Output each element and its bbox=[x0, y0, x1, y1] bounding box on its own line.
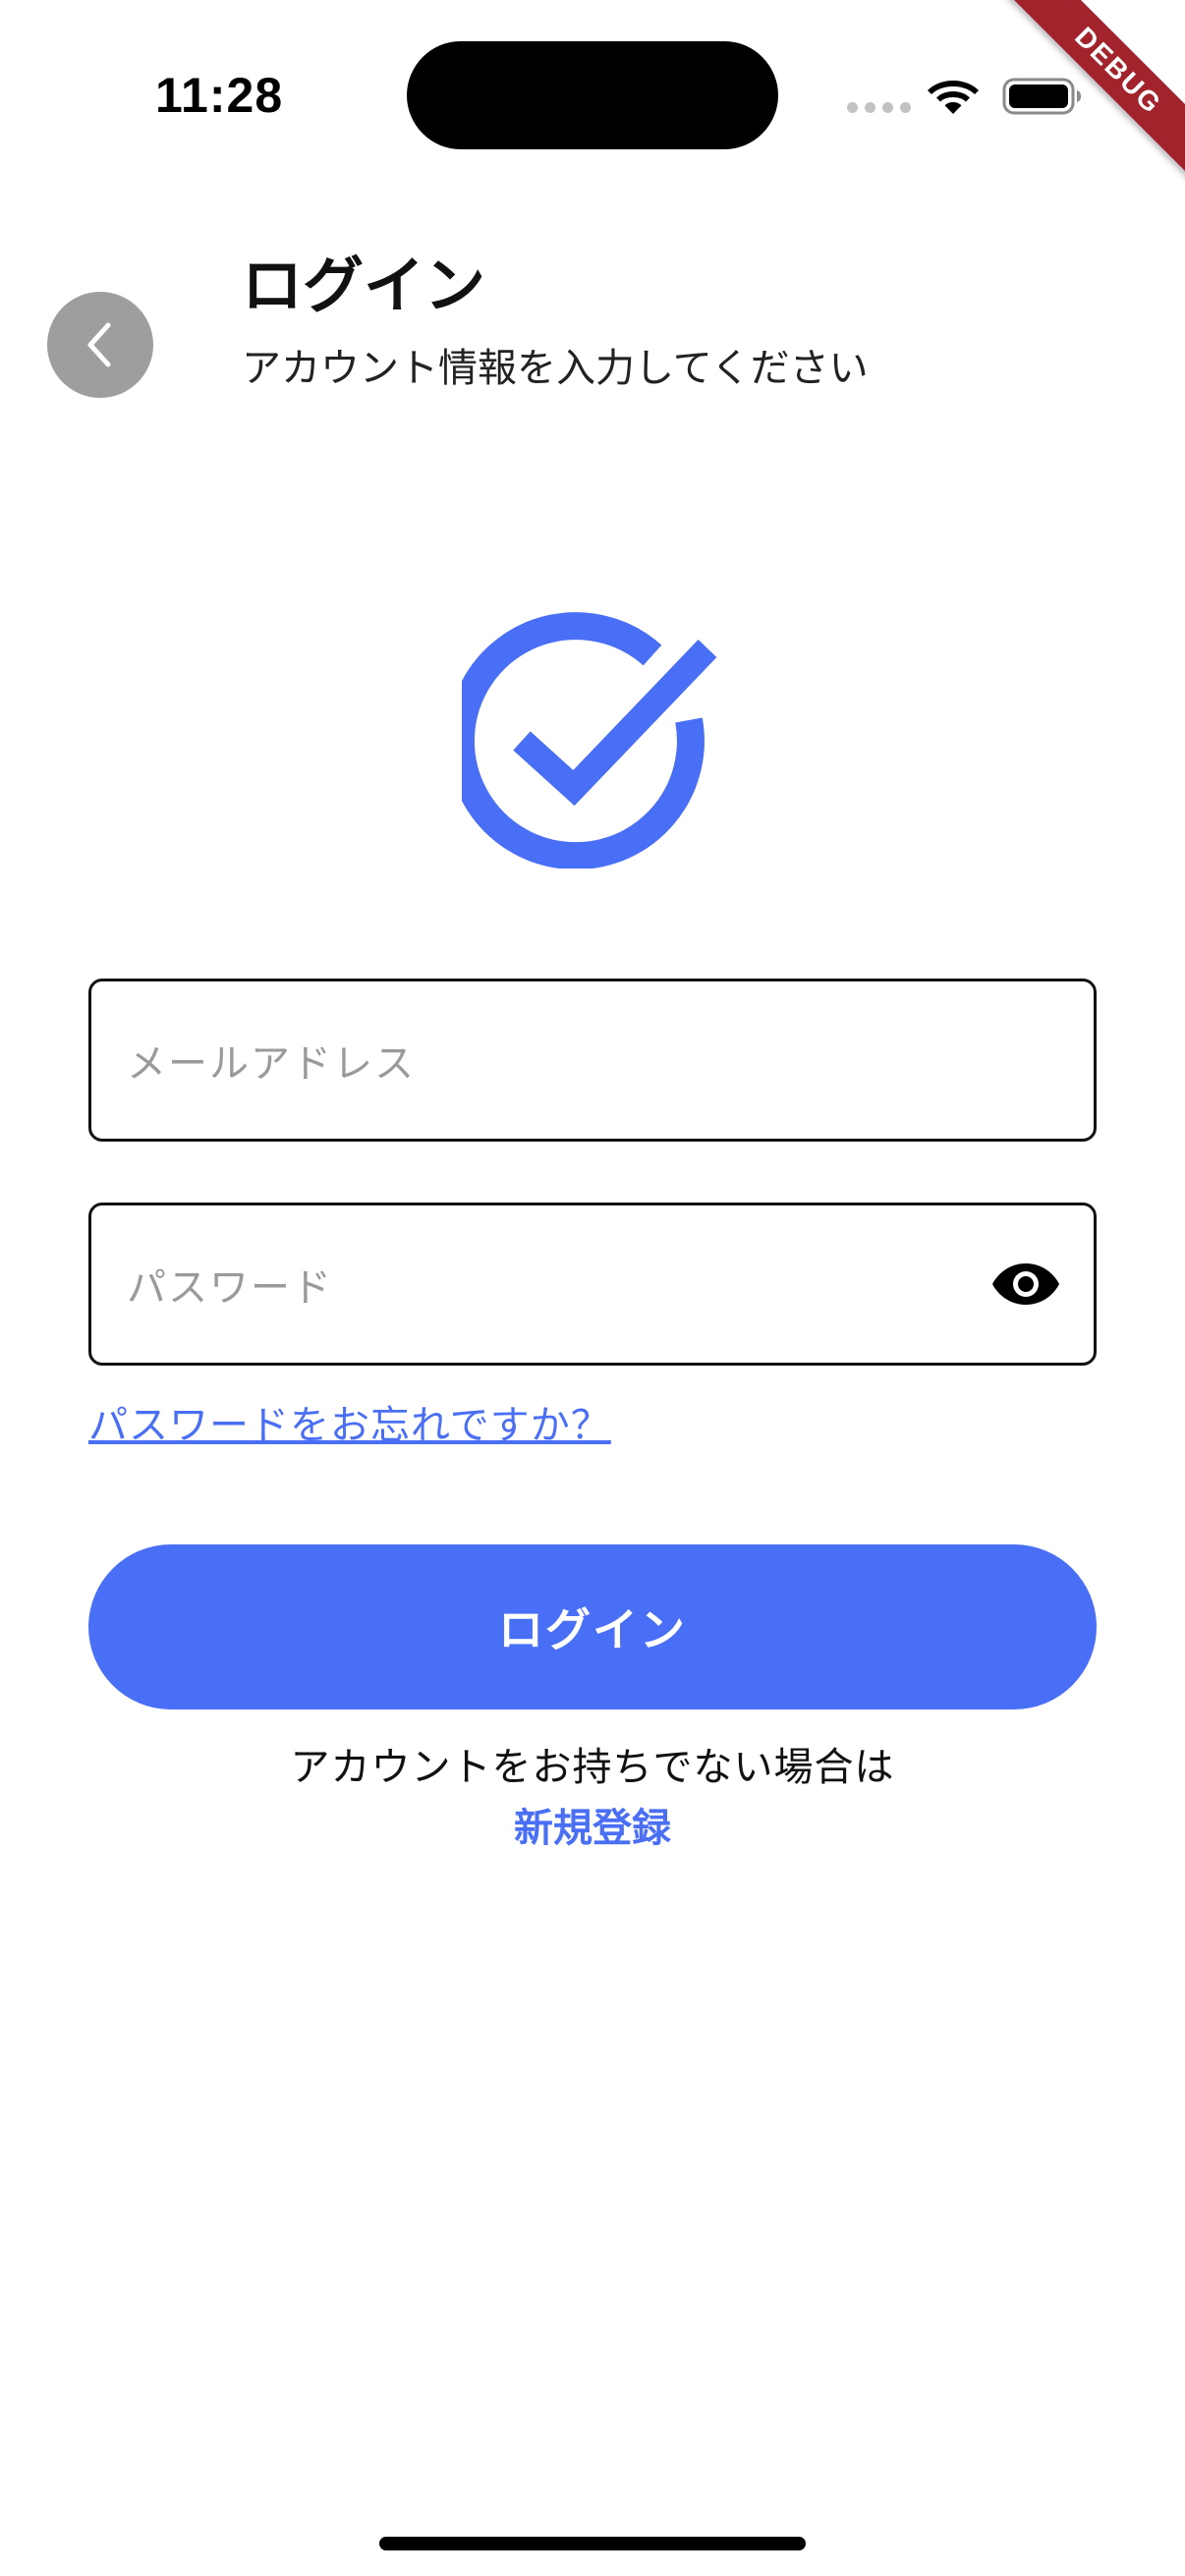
forgot-password-link[interactable]: パスワードをお忘れですか？ bbox=[88, 1393, 611, 1450]
no-account-text: アカウントをお持ちでない場合は bbox=[290, 1745, 895, 1790]
cellular-signal-icon bbox=[847, 102, 911, 113]
chevron-left-icon bbox=[87, 322, 111, 367]
page-subtitle: アカウント情報を入力してください bbox=[242, 346, 869, 391]
battery-icon bbox=[1002, 78, 1081, 115]
page-title: ログイン bbox=[242, 250, 486, 321]
email-field[interactable]: メールアドレス bbox=[88, 979, 1097, 1142]
wifi-icon bbox=[928, 81, 979, 114]
check-circle-icon bbox=[462, 612, 717, 868]
email-placeholder: メールアドレス bbox=[127, 1041, 416, 1087]
password-field[interactable]: パスワード bbox=[88, 1203, 1097, 1366]
signup-link[interactable]: 新規登録 bbox=[0, 1796, 1185, 1853]
dynamic-island bbox=[407, 41, 778, 149]
eye-icon[interactable] bbox=[991, 1260, 1060, 1309]
home-indicator[interactable] bbox=[379, 2537, 806, 2550]
password-placeholder: パスワード bbox=[127, 1265, 333, 1311]
login-button[interactable]: ログイン bbox=[88, 1544, 1097, 1709]
login-button-label: ログイン bbox=[498, 1603, 687, 1656]
login-screen: 11:28 DEBUG ログイン アカウント情報を入力してください メールアドレ… bbox=[0, 0, 1185, 2576]
back-button[interactable] bbox=[47, 292, 153, 398]
status-time: 11:28 bbox=[155, 68, 284, 123]
